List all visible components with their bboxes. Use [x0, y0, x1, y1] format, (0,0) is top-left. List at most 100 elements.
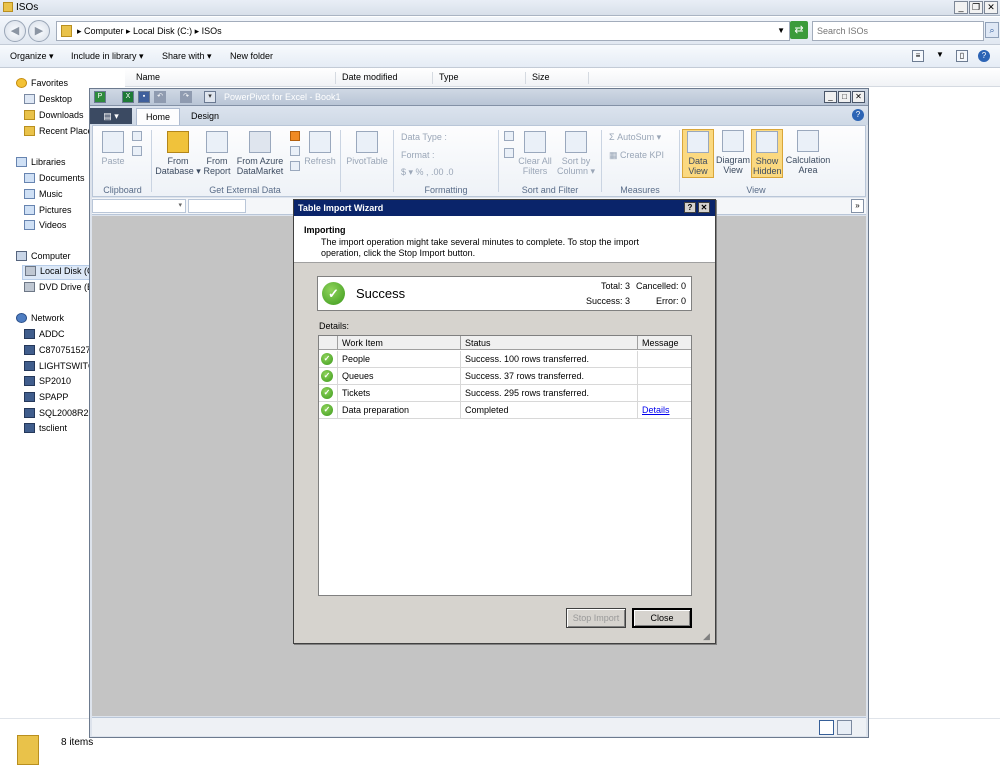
table-row[interactable]: ✓ People Success. 100 rows transferred. — [319, 351, 691, 368]
tab-design[interactable]: Design — [182, 108, 228, 125]
data-view-button[interactable]: Data View — [682, 129, 714, 178]
success-check-icon: ✓ — [322, 282, 345, 305]
nav-host-addc[interactable]: ADDC — [24, 329, 90, 339]
refresh-button[interactable]: Refresh — [303, 131, 337, 166]
nav-desktop[interactable]: Desktop — [24, 94, 90, 104]
column-type[interactable]: Type — [432, 72, 525, 84]
stop-import-button[interactable]: Stop Import — [566, 608, 626, 628]
table-row[interactable]: ✓ Tickets Success. 295 rows transferred. — [319, 385, 691, 402]
close-icon[interactable]: ✕ — [698, 202, 710, 213]
nav-documents[interactable]: Documents — [24, 173, 90, 183]
help-icon[interactable]: ? — [978, 50, 990, 62]
maximize-button[interactable]: □ — [838, 91, 851, 103]
details-link[interactable]: Details — [638, 402, 691, 419]
refresh-icon[interactable]: ⇄ — [790, 21, 808, 39]
sort-by-column-button[interactable]: Sort by Column ▾ — [556, 131, 596, 176]
clear-all-filters-button[interactable]: Clear All Filters — [516, 131, 554, 176]
new-folder-button[interactable]: New folder — [230, 51, 273, 61]
from-report-button[interactable]: From Report — [201, 131, 233, 176]
undo-icon[interactable]: ↶ — [154, 91, 166, 103]
formula-buttons[interactable] — [188, 199, 246, 213]
back-button[interactable]: ◀ — [4, 20, 26, 42]
customize-icon[interactable]: ▾ — [204, 91, 216, 103]
sort-descending-button[interactable] — [502, 148, 516, 161]
include-in-library-button[interactable]: Include in library ▾ — [71, 51, 144, 62]
nav-music[interactable]: Music — [24, 189, 90, 199]
view-options-icon[interactable]: ≡ — [912, 50, 924, 62]
nav-dvd-drive[interactable]: DVD Drive (E:) — [24, 282, 90, 292]
cut-button[interactable] — [131, 131, 143, 144]
resize-grip-icon[interactable]: ◢ — [703, 631, 713, 641]
sort-ascending-button[interactable] — [502, 131, 516, 144]
file-menu-button[interactable]: ▤ ▾ — [90, 108, 132, 124]
table-row[interactable]: ✓ Queues Success. 37 rows transferred. — [319, 368, 691, 385]
nav-local-disk[interactable]: Local Disk (C:) — [22, 265, 90, 280]
nav-libraries[interactable]: Libraries — [16, 157, 66, 167]
row-status-cell: ✓ — [319, 351, 338, 368]
search-field[interactable] — [812, 21, 984, 41]
nav-network[interactable]: Network — [16, 313, 64, 323]
paste-button[interactable]: Paste — [98, 131, 128, 166]
diagram-view-icon[interactable] — [837, 720, 852, 735]
create-kpi-button[interactable]: ▦ Create KPI — [609, 150, 664, 161]
nav-host-tsclient[interactable]: tsclient — [24, 423, 90, 433]
header-status[interactable]: Status — [461, 336, 638, 350]
column-date-modified[interactable]: Date modified — [335, 72, 432, 84]
header-work-item[interactable]: Work Item — [338, 336, 461, 350]
nav-downloads[interactable]: Downloads — [24, 110, 90, 120]
nav-recent-places[interactable]: Recent Places — [24, 126, 90, 136]
column-size[interactable]: Size — [525, 72, 588, 84]
nav-host-spapp[interactable]: SPAPP — [24, 392, 90, 402]
breadcrumb[interactable]: ▸ Computer ▸ Local Disk (C:) ▸ ISOs — [77, 26, 222, 37]
other-sources-button[interactable] — [289, 131, 301, 144]
redo-icon[interactable]: ↷ — [180, 91, 192, 103]
nav-host-sp2010[interactable]: SP2010 — [24, 376, 90, 386]
nav-videos[interactable]: Videos — [24, 220, 90, 230]
expand-formula-icon[interactable]: » — [851, 199, 864, 213]
copy-button[interactable] — [131, 146, 143, 159]
name-box[interactable]: ▾ — [92, 199, 186, 213]
close-button[interactable]: ✕ — [852, 91, 865, 103]
forward-button[interactable]: ▶ — [28, 20, 50, 42]
minimize-button[interactable]: _ — [954, 1, 968, 14]
show-hidden-button[interactable]: Show Hidden — [751, 129, 783, 178]
nav-pictures[interactable]: Pictures — [24, 205, 90, 215]
nav-favorites[interactable]: Favorites — [16, 78, 68, 88]
close-button[interactable]: Close — [632, 608, 692, 628]
restore-button[interactable]: ❐ — [969, 1, 983, 14]
paste-table-button[interactable] — [289, 161, 301, 174]
tab-home[interactable]: Home — [136, 108, 181, 125]
search-icon[interactable]: ⌕ — [985, 22, 999, 38]
number-format-buttons[interactable]: $ ▾ % , .00 .0 — [401, 167, 454, 178]
pivottable-button[interactable]: PivotTable — [344, 131, 390, 166]
format-dropdown[interactable]: Format : — [401, 150, 435, 160]
help-icon[interactable]: ? — [852, 109, 864, 121]
header-message[interactable]: Message — [638, 336, 691, 350]
column-name[interactable]: Name — [130, 72, 340, 84]
chevron-down-icon[interactable]: ▼ — [934, 50, 946, 62]
excel-icon[interactable]: X — [122, 91, 134, 103]
save-icon[interactable]: ▪ — [138, 91, 150, 103]
nav-host-sql2008r2[interactable]: SQL2008R2 — [24, 408, 90, 418]
from-database-button[interactable]: From Database ▾ — [155, 131, 201, 176]
calculation-area-button[interactable]: Calculation Area — [785, 130, 831, 175]
table-row[interactable]: ✓ Data preparation Completed Details — [319, 402, 691, 419]
nav-host-lightswitch[interactable]: LIGHTSWITCH — [24, 361, 90, 371]
help-button[interactable]: ? — [684, 202, 696, 213]
nav-computer[interactable]: Computer — [16, 251, 71, 261]
grid-view-icon[interactable] — [819, 720, 834, 735]
existing-connections-button[interactable] — [289, 146, 301, 159]
preview-pane-icon[interactable]: ▯ — [956, 50, 968, 62]
data-type-dropdown[interactable]: Data Type : — [401, 132, 447, 142]
from-azure-datamarket-button[interactable]: From Azure DataMarket — [234, 131, 286, 176]
close-button[interactable]: ✕ — [984, 1, 998, 14]
diagram-view-button[interactable]: Diagram View — [716, 130, 750, 175]
autosum-button[interactable]: Σ AutoSum ▾ — [609, 132, 661, 143]
organize-button[interactable]: Organize ▾ — [10, 51, 54, 62]
nav-host-c870751527[interactable]: C870751527 — [24, 345, 90, 355]
minimize-button[interactable]: _ — [824, 91, 837, 103]
search-input[interactable] — [813, 22, 963, 40]
address-bar[interactable]: ▸ Computer ▸ Local Disk (C:) ▸ ISOs ▼ — [56, 21, 790, 41]
share-with-button[interactable]: Share with ▾ — [162, 51, 212, 62]
chevron-down-icon[interactable]: ▼ — [777, 26, 785, 35]
